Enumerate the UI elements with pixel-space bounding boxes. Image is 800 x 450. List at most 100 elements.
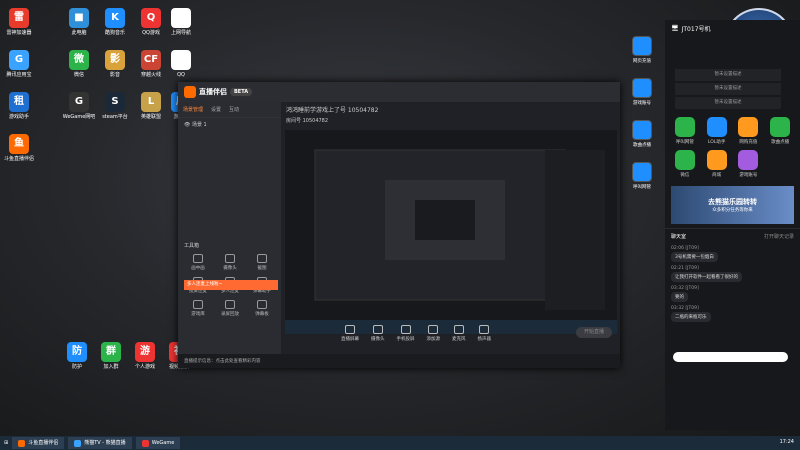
tool-label: 录屏回放 xyxy=(221,312,239,317)
app-icon: ■ xyxy=(69,8,89,28)
panel-app[interactable]: LOL助手 xyxy=(701,117,733,145)
desktop-icon-label: 此电脑 xyxy=(71,30,87,36)
desktop-icon-label: steam平台 xyxy=(102,114,128,120)
taskbar-item[interactable]: 熊猫TV - 熊猫直播 xyxy=(68,437,132,449)
taskbar-item[interactable]: WeGame xyxy=(135,437,181,449)
side-shortcut[interactable]: 网页充值 xyxy=(627,36,657,64)
description-button[interactable]: 暂未设置描述 xyxy=(675,69,781,81)
tool-item[interactable]: 录屏回放 xyxy=(214,300,246,317)
preview-graphic xyxy=(285,130,617,334)
description-button[interactable]: 暂未设置描述 xyxy=(675,83,781,95)
chat-meta: 02:21 [JT09] xyxy=(671,266,699,271)
side-shortcut[interactable]: 呼叫网管 xyxy=(627,162,657,190)
tool-item[interactable]: 游戏库 xyxy=(182,300,214,317)
chat-header: 聊天室 打开聊天记录 xyxy=(665,228,800,244)
tool-icon xyxy=(257,300,267,309)
desktop-icon-col2-1[interactable]: 微微信 xyxy=(62,50,96,78)
desktop-icon-bottom-2[interactable]: 游个人游戏 xyxy=(128,342,162,370)
desktop-icon-label: 英雄联盟 xyxy=(140,114,161,120)
app-icon: 影 xyxy=(105,50,125,70)
desktop-icon-col4-0[interactable]: Q QQ游戏 xyxy=(134,8,168,36)
desktop-icon-label: 雷神加速器 xyxy=(6,30,32,36)
desktop-icon-bottom-0[interactable]: 防防护 xyxy=(60,342,94,370)
scene-tab[interactable]: 互动 xyxy=(229,106,239,113)
control-button[interactable]: 添加源 xyxy=(427,324,440,342)
promo-banner-panda[interactable]: 去熊猫乐园转转 众多积分任务等你来 xyxy=(671,186,794,224)
chat-bubble: 二瓶的来瓶可乐 xyxy=(671,312,711,322)
desktop-icon-col5-1[interactable]: Q QQ xyxy=(164,50,198,78)
panel-app[interactable]: 网购充值 xyxy=(733,117,765,145)
chat-bubble: 要的 xyxy=(671,292,688,302)
desktop-icon-col2-2[interactable]: G WeGame网吧 xyxy=(62,92,96,120)
panel-app[interactable]: 歌曲点播 xyxy=(764,117,796,145)
panel-app[interactable]: 微信 xyxy=(669,150,701,178)
desktop-icon-col3-2[interactable]: Ssteam平台 xyxy=(98,92,132,120)
tool-item[interactable]: 截图 xyxy=(246,254,278,271)
desktop-icon-col1-3[interactable]: 鱼斗鱼直播伴侣 xyxy=(2,134,36,162)
desktop-icon-label: 腾讯应用宝 xyxy=(6,72,32,78)
panel-apps: 呼叫网管 LOL助手 网购充值 歌曲点播微信 商城 游戏账号 xyxy=(665,111,800,184)
panel-app-label: 呼叫网管 xyxy=(675,140,694,145)
side-shortcut[interactable]: 歌曲点播 xyxy=(627,120,657,148)
control-label: 手机投屏 xyxy=(396,336,415,342)
app-icon: S xyxy=(105,92,125,112)
tool-icon xyxy=(257,254,267,263)
desktop-icon-label: QQ游戏 xyxy=(142,30,160,36)
chat-input[interactable] xyxy=(673,352,788,362)
panel-app-label: 游戏账号 xyxy=(739,173,758,178)
desktop-icon-label: WeGame网吧 xyxy=(62,114,96,120)
desktop-icon-label: 斗鱼直播伴侣 xyxy=(3,156,34,162)
desktop-icon-label: 上网导航 xyxy=(170,30,191,36)
desktop-icon-col2-0[interactable]: ■ 此电脑 xyxy=(62,8,96,36)
control-bar: 直播屏幕 摄像头 手机投屏 添加源 麦克风 扬声器 xyxy=(281,320,620,346)
promo-banner[interactable]: 多人连麦上线啦~ xyxy=(184,280,278,290)
desktop-icon-label: 穿越火线 xyxy=(140,72,161,78)
scene-tab[interactable]: 场景管理 xyxy=(183,106,203,113)
control-label: 摄像头 xyxy=(371,336,385,342)
chat-history-link[interactable]: 打开聊天记录 xyxy=(764,233,794,240)
panel-app[interactable]: 游戏账号 xyxy=(733,150,765,178)
control-button[interactable]: 麦克风 xyxy=(452,324,466,342)
control-button[interactable]: 摄像头 xyxy=(371,324,385,342)
side-shortcut[interactable]: 游戏账号 xyxy=(627,78,657,106)
app-icon: L xyxy=(141,92,161,112)
scene-tab[interactable]: 设置 xyxy=(211,106,221,113)
start-live-button[interactable]: 开始直播 xyxy=(576,327,612,338)
desktop-icon-col3-0[interactable]: K 酷狗音乐 xyxy=(98,8,132,36)
version-badge: BETA xyxy=(230,88,253,96)
chat-meta: 03:32 [JT09] xyxy=(671,286,699,291)
panel-app[interactable]: 商城 xyxy=(701,150,733,178)
desktop-icon-col1-2[interactable]: 租游戏助手 xyxy=(2,92,36,120)
desktop-icon-label: 酷狗音乐 xyxy=(104,30,125,36)
description-button[interactable]: 暂未设置描述 xyxy=(675,97,781,109)
tool-label: 摄像头 xyxy=(223,266,237,271)
desktop-icon-col3-1[interactable]: 影影音 xyxy=(98,50,132,78)
tool-label: 游戏库 xyxy=(191,312,205,317)
monitor-icon: 🖥 xyxy=(671,25,679,32)
shortcut-icon xyxy=(632,36,652,56)
tool-item[interactable]: 弹幕板 xyxy=(246,300,278,317)
app-icon: CF xyxy=(141,50,161,70)
panel-app-label: 商城 xyxy=(712,173,722,178)
desktop-icon-col1-1[interactable]: G 腾讯应用宝 xyxy=(2,50,36,78)
control-button[interactable]: 扬声器 xyxy=(478,324,491,342)
desktop-icon-col4-1[interactable]: CF 穿越火线 xyxy=(134,50,168,78)
tool-item[interactable]: 画中画 xyxy=(182,254,214,271)
app-icon: 游 xyxy=(135,342,155,362)
tool-item[interactable]: 摄像头 xyxy=(214,254,246,271)
desktop-icon-col5-0[interactable]: ◉ 上网导航 xyxy=(164,8,198,36)
taskbar-item[interactable]: 斗鱼直播伴侣 xyxy=(12,437,65,449)
desktop-icon-bottom-1[interactable]: 群加入群 xyxy=(94,342,128,370)
shortcut-icon xyxy=(632,120,652,140)
control-button[interactable]: 手机投屏 xyxy=(396,324,415,342)
desktop-icon-col1-0[interactable]: 雷雷神加速器 xyxy=(2,8,36,36)
taskbar-app-icon xyxy=(18,439,26,447)
scene-item[interactable]: 👁 场景 1 xyxy=(178,118,281,131)
control-button[interactable]: 直播屏幕 xyxy=(341,324,359,342)
app-logo: 直播伴侣 BETA xyxy=(184,86,253,98)
desktop-icon-col4-2[interactable]: L 英雄联盟 xyxy=(134,92,168,120)
app-icon: G xyxy=(69,92,89,112)
stream-preview[interactable] xyxy=(285,130,617,334)
panel-app[interactable]: 呼叫网管 xyxy=(669,117,701,145)
panel-app-icon xyxy=(706,150,727,170)
